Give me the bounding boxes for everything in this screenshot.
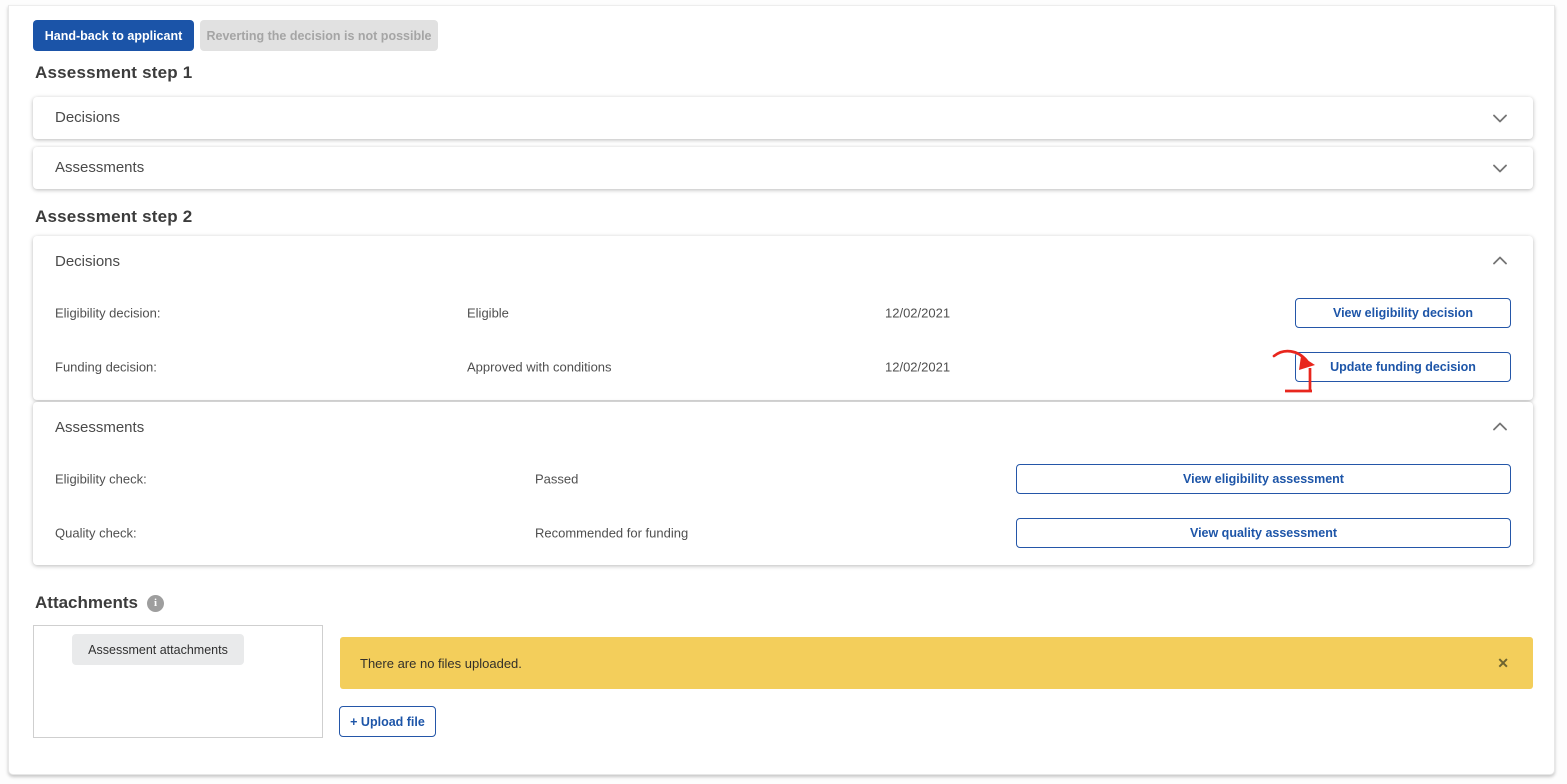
update-funding-decision-button[interactable]: Update funding decision [1295,352,1511,382]
row-value: Passed [535,472,578,487]
chevron-up-icon[interactable] [1489,418,1511,435]
attachments-tab-box: Assessment attachments [33,625,323,738]
attachments-title: Attachments [35,593,138,613]
eligibility-check-row: Eligibility check: Passed View eligibili… [33,464,1533,494]
step2-assessments-panel: Assessments Eligibility check: Passed Vi… [33,402,1533,565]
assessment-page: Hand-back to applicant Reverting the dec… [0,0,1567,784]
chevron-down-icon[interactable] [1489,110,1511,127]
panel-title: Decisions [55,97,120,139]
view-eligibility-assessment-button[interactable]: View eligibility assessment [1016,464,1511,494]
row-value: Recommended for funding [535,526,688,541]
step1-title: Assessment step 1 [35,63,192,83]
row-date: 12/02/2021 [885,360,950,375]
revert-decision-disabled-button: Reverting the decision is not possible [200,20,438,51]
row-label: Eligibility decision: [55,306,161,321]
info-icon[interactable]: i [147,595,164,612]
panel-title: Assessments [55,419,144,436]
eligibility-decision-row: Eligibility decision: Eligible 12/02/202… [33,298,1533,328]
no-files-alert: There are no files uploaded. ✕ [340,637,1533,689]
row-label: Funding decision: [55,360,157,375]
hand-back-button[interactable]: Hand-back to applicant [33,20,194,51]
chevron-up-icon[interactable] [1489,252,1511,269]
step2-title: Assessment step 2 [35,207,192,227]
quality-check-row: Quality check: Recommended for funding V… [33,518,1533,548]
tab-assessment-attachments[interactable]: Assessment attachments [72,634,244,665]
panel-title: Decisions [55,253,120,270]
view-eligibility-decision-button[interactable]: View eligibility decision [1295,298,1511,328]
funding-decision-row: Funding decision: Approved with conditio… [33,352,1533,382]
row-value: Eligible [467,306,509,321]
attachments-header: Attachments i [35,593,164,613]
upload-file-button[interactable]: + Upload file [339,706,436,737]
close-icon[interactable]: ✕ [1493,652,1513,674]
alert-message: There are no files uploaded. [360,656,522,671]
view-quality-assessment-button[interactable]: View quality assessment [1016,518,1511,548]
row-value: Approved with conditions [467,360,612,375]
panel-title: Assessments [55,147,144,189]
row-label: Eligibility check: [55,472,147,487]
row-date: 12/02/2021 [885,306,950,321]
step1-decisions-panel[interactable]: Decisions [33,97,1533,139]
step1-assessments-panel[interactable]: Assessments [33,147,1533,189]
step2-decisions-panel: Decisions Eligibility decision: Eligible… [33,236,1533,400]
chevron-down-icon[interactable] [1489,160,1511,177]
row-label: Quality check: [55,526,137,541]
